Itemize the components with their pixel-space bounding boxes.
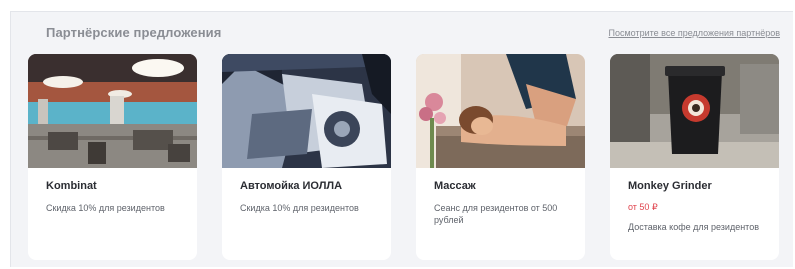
card-title: Monkey Grinder	[628, 180, 712, 192]
partner-image-massage	[416, 54, 585, 168]
partner-card-kombinat[interactable]: Kombinat Скидка 10% для резидентов	[28, 54, 197, 260]
partner-image-kombinat	[28, 54, 197, 168]
card-description: Скидка 10% для резидентов	[240, 203, 359, 213]
card-price: от 50 ₽	[628, 202, 658, 212]
partner-image-car-wash	[222, 54, 391, 168]
card-title: Массаж	[434, 180, 476, 192]
partner-card-car-wash[interactable]: Автомойка ИОЛЛА Скидка 10% для резиденто…	[222, 54, 391, 260]
view-all-partners-link[interactable]: Посмотрите все предложения партнёров	[608, 28, 780, 38]
partner-card-massage[interactable]: Массаж Сеанс для резидентов от 500 рубле…	[416, 54, 585, 260]
card-description: Сеанс для резидентов от 500 рублей	[434, 203, 558, 225]
card-title: Kombinat	[46, 180, 97, 192]
card-description: Скидка 10% для резидентов	[46, 203, 165, 213]
partner-image-monkey-grinder	[610, 54, 779, 168]
partner-card-monkey-grinder[interactable]: Monkey Grinder от 50 ₽ Доставка кофе для…	[610, 54, 779, 260]
partner-offers-section: Партнёрские предложения Посмотрите все п…	[10, 11, 793, 267]
card-description: Доставка кофе для резидентов	[628, 222, 759, 232]
card-title: Автомойка ИОЛЛА	[240, 180, 343, 192]
section-title: Партнёрские предложения	[46, 25, 222, 40]
